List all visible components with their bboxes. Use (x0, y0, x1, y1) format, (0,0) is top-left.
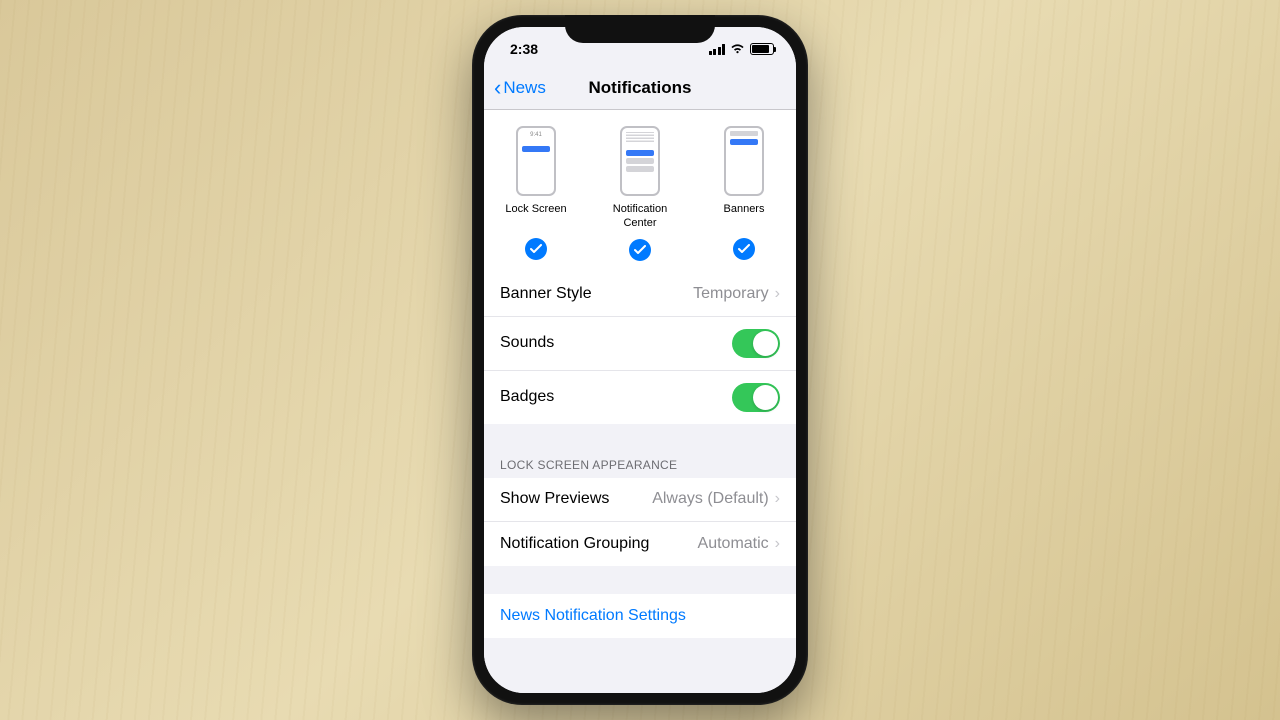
cell-value: Always (Default) (652, 490, 768, 508)
status-indicators (709, 43, 775, 55)
screen: 2:38 ‹ News Notifications (484, 27, 796, 693)
chevron-left-icon: ‹ (494, 77, 501, 99)
back-button[interactable]: ‹ News (494, 77, 546, 99)
cell-label: Badges (500, 388, 554, 406)
settings-group-alerts: Banner Style Temporary › Sounds Badges (484, 273, 796, 424)
notification-center-preview-icon (620, 126, 660, 196)
lock-screen-preview-icon (516, 126, 556, 196)
row-badges: Badges (484, 371, 796, 424)
row-show-previews[interactable]: Show Previews Always (Default) › (484, 478, 796, 522)
phone-frame: 2:38 ‹ News Notifications (472, 15, 808, 705)
chevron-right-icon: › (775, 535, 780, 553)
alert-option-notification-center[interactable]: Notification Center (595, 126, 685, 261)
settings-group-link: News Notification Settings (484, 594, 796, 638)
device-notch (565, 15, 715, 43)
checkbox-notification-center[interactable] (629, 239, 651, 261)
alert-option-banners[interactable]: Banners (699, 126, 789, 261)
alert-label: Banners (724, 202, 765, 230)
status-time: 2:38 (510, 41, 538, 57)
cell-label: Banner Style (500, 285, 592, 303)
battery-icon (750, 43, 774, 55)
settings-group-appearance: LOCK SCREEN APPEARANCE Show Previews Alw… (484, 452, 796, 566)
section-header: LOCK SCREEN APPEARANCE (484, 452, 796, 478)
navigation-bar: ‹ News Notifications (484, 71, 796, 110)
page-title: Notifications (589, 78, 692, 98)
cell-value: Temporary (693, 285, 769, 303)
row-banner-style[interactable]: Banner Style Temporary › (484, 273, 796, 317)
alert-label: Lock Screen (505, 202, 566, 230)
alert-types-row: Lock Screen Notification Center (484, 110, 796, 273)
row-sounds: Sounds (484, 317, 796, 371)
wifi-icon (730, 43, 745, 55)
checkbox-lock-screen[interactable] (525, 238, 547, 260)
cell-value: Automatic (698, 535, 769, 553)
toggle-badges[interactable] (732, 383, 780, 412)
row-notification-grouping[interactable]: Notification Grouping Automatic › (484, 522, 796, 566)
row-news-notification-settings[interactable]: News Notification Settings (484, 594, 796, 638)
link-label: News Notification Settings (500, 607, 686, 625)
toggle-sounds[interactable] (732, 329, 780, 358)
cell-label: Show Previews (500, 490, 609, 508)
cell-label: Notification Grouping (500, 535, 649, 553)
cellular-signal-icon (709, 44, 726, 55)
checkbox-banners[interactable] (733, 238, 755, 260)
chevron-right-icon: › (775, 285, 780, 303)
cell-label: Sounds (500, 334, 554, 352)
banners-preview-icon (724, 126, 764, 196)
content-scroll[interactable]: Lock Screen Notification Center (484, 110, 796, 693)
chevron-right-icon: › (775, 490, 780, 508)
back-label: News (503, 78, 546, 98)
alert-option-lock-screen[interactable]: Lock Screen (491, 126, 581, 261)
alert-label: Notification Center (595, 202, 685, 231)
